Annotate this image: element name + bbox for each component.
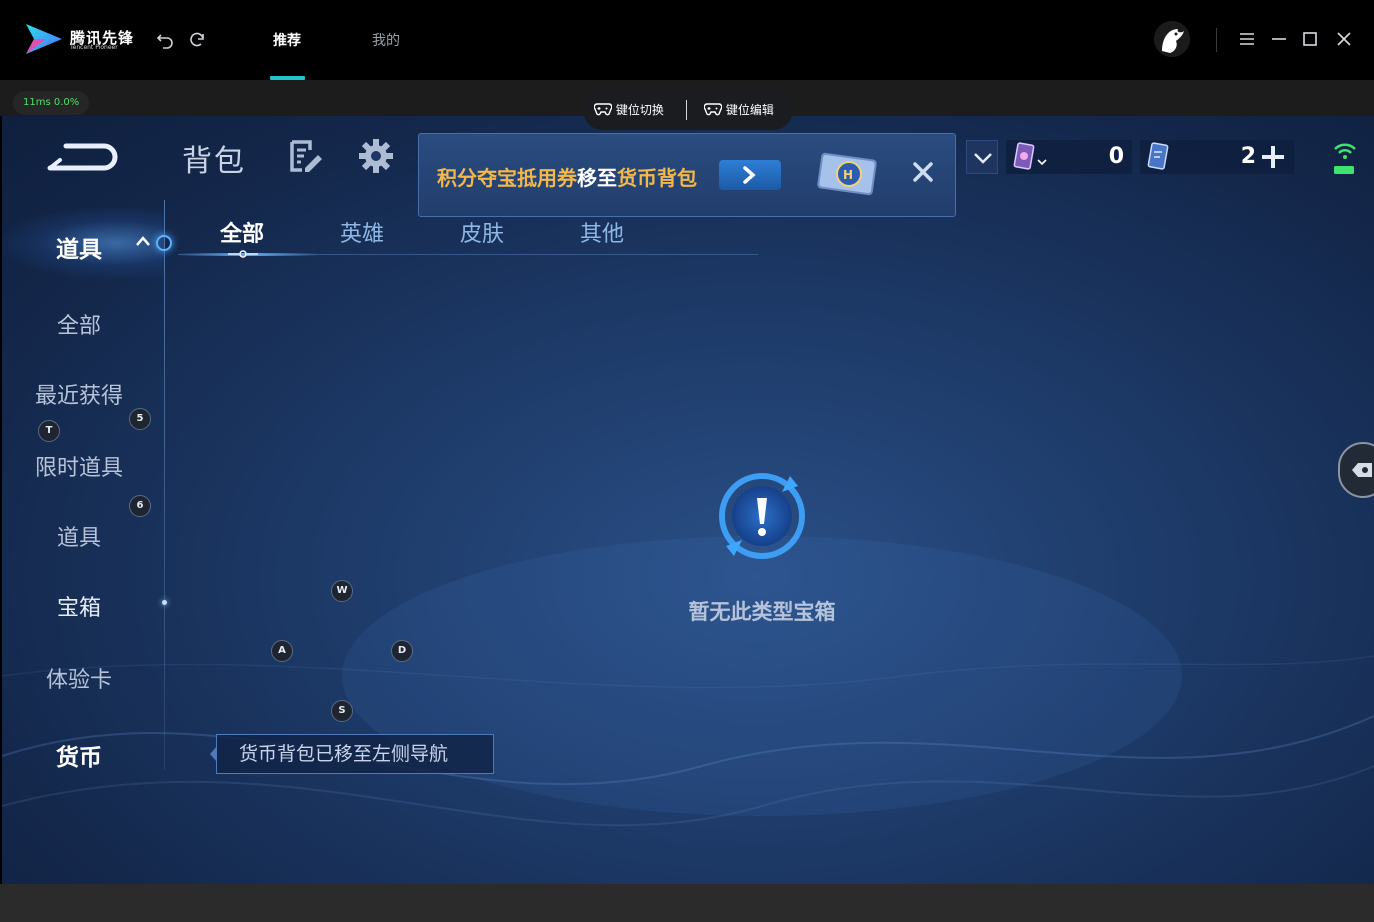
wifi-battery-icon: [1334, 143, 1356, 174]
keymap-switch-label: 键位切换: [615, 103, 664, 117]
sidebar-divider: [164, 200, 165, 770]
notice-banner[interactable]: 积分夺宝抵用券移至货币背包 H: [418, 133, 956, 217]
tab-heroes[interactable]: 英雄: [340, 216, 384, 248]
card-icon: [1147, 142, 1169, 170]
bottom-bar: [0, 884, 1374, 922]
tab-all[interactable]: 全部: [220, 216, 264, 248]
sidebar-item-props[interactable]: 道具: [4, 520, 154, 552]
collapse-caret-icon[interactable]: [136, 236, 150, 246]
sidebar-item-currency[interactable]: 货币: [4, 738, 154, 772]
refresh-icon[interactable]: [187, 30, 207, 50]
add-plus-icon[interactable]: [1260, 144, 1286, 170]
resource-ticket[interactable]: 0: [1006, 140, 1132, 174]
sidebar-item-trial-cards[interactable]: 体验卡: [4, 662, 154, 694]
empty-exclamation-icon: [719, 473, 805, 559]
gamepad-icon: [703, 103, 723, 116]
key-hint-a: A: [271, 640, 293, 662]
close-icon[interactable]: [1334, 29, 1354, 49]
settings-gear-icon[interactable]: [358, 138, 394, 174]
game-screen: 背包 积分夺宝抵用券移至货币背包 H 0 2 道具 全部 最近获得 限时道具 道…: [2, 116, 1374, 884]
key-hint-t: T: [38, 420, 60, 442]
banner-text-part3: 货币背包: [617, 166, 697, 190]
banner-go-button[interactable]: [719, 160, 781, 190]
chevron-right-icon: [743, 166, 756, 184]
ticket-card-icon: [1013, 142, 1047, 170]
title-bar: 腾讯先锋 Tencent Pioneer 推荐 我的: [0, 0, 1374, 80]
key-hint-6: 6: [129, 495, 151, 517]
edit-icon[interactable]: [288, 138, 324, 174]
key-hint-s: S: [331, 700, 353, 722]
app-logo: 腾讯先锋 Tencent Pioneer: [22, 20, 133, 60]
maximize-icon[interactable]: [1300, 29, 1320, 49]
banner-text-part1: 积分夺宝抵用券: [437, 166, 577, 190]
key-hint-w: W: [331, 580, 353, 602]
loss-value: 0.0%: [53, 97, 80, 108]
keybar-divider: [686, 100, 687, 120]
side-panel-handle[interactable]: [1338, 442, 1374, 498]
resource-value: 0: [1108, 144, 1124, 169]
page-title: 背包: [182, 144, 246, 179]
chevron-down-icon: [974, 153, 992, 164]
sidebar-item-items[interactable]: 道具: [4, 230, 154, 264]
tab-skins[interactable]: 皮肤: [460, 216, 504, 248]
banner-close-icon[interactable]: [911, 160, 935, 184]
key-hint-d: D: [391, 640, 413, 662]
banner-text-part2: 移至: [577, 166, 617, 190]
logo-mark-icon: [26, 24, 62, 54]
selected-dot: [162, 600, 167, 605]
sidebar-item-recent[interactable]: 最近获得: [4, 378, 154, 410]
resource-card[interactable]: 2: [1140, 140, 1294, 174]
logo-subtext: Tencent Pioneer: [70, 44, 118, 51]
keymap-edit-button[interactable]: 键位编辑: [703, 90, 774, 130]
keymap-toolbar: 键位切换 键位编辑: [583, 90, 793, 130]
sidebar-node-indicator: [156, 235, 172, 251]
empty-state-text: 暂无此类型宝箱: [688, 600, 836, 624]
background-waves: [2, 536, 1374, 827]
handle-icon: [1352, 463, 1372, 477]
resource-value: 2: [1240, 144, 1256, 169]
gamepad-icon: [593, 103, 613, 116]
tab-recommend[interactable]: 推荐: [273, 30, 301, 50]
currency-moved-toast: 货币背包已移至左侧导航: [216, 734, 494, 774]
undo-icon[interactable]: [155, 30, 175, 50]
key-hint-5: 5: [129, 408, 151, 430]
voucher-card-icon: H: [817, 152, 877, 196]
tab-mine[interactable]: 我的: [372, 30, 400, 50]
sidebar-item-chests[interactable]: 宝箱: [4, 590, 154, 622]
keymap-edit-label: 键位编辑: [725, 103, 774, 117]
minimize-icon[interactable]: [1269, 29, 1289, 49]
svg-text:H: H: [843, 168, 853, 182]
latency-value: 11ms: [23, 97, 51, 108]
titlebar-divider: [1216, 28, 1217, 52]
sidebar-item-all[interactable]: 全部: [4, 308, 154, 340]
network-status-badge: 11ms 0.0%: [13, 91, 90, 115]
banner-message: 积分夺宝抵用券移至货币背包: [437, 162, 697, 191]
tab-marker-icon: [228, 250, 258, 258]
user-avatar[interactable]: [1154, 21, 1190, 57]
menu-icon[interactable]: [1237, 29, 1257, 49]
avatar-bird-icon: [1154, 21, 1190, 57]
tab-other[interactable]: 其他: [580, 216, 624, 248]
resource-dropdown[interactable]: [966, 140, 998, 174]
keymap-switch-button[interactable]: 键位切换: [593, 90, 664, 130]
sidebar-item-limited[interactable]: 限时道具: [4, 450, 154, 482]
back-button[interactable]: [46, 140, 118, 174]
